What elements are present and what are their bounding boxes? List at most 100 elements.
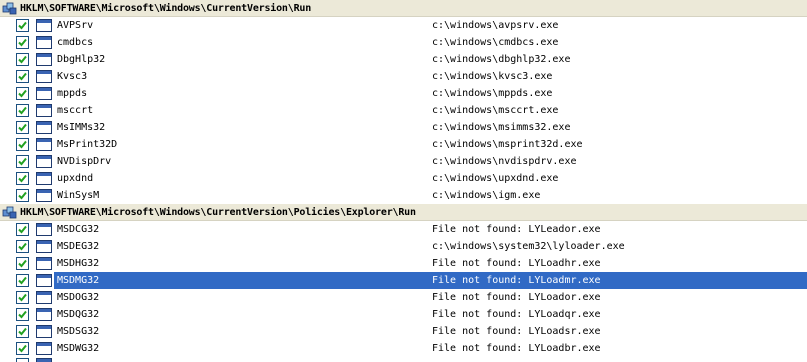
checkbox-checked-icon[interactable] [16,325,29,338]
window-titlebar [37,275,51,278]
entry-name: msccrt [57,105,94,116]
autorun-entry-row[interactable]: cmdbcs c:\windows\cmdbcs.exe [0,34,807,51]
application-window-icon [36,155,52,168]
entry-image-path: c:\windows\msccrt.exe [432,105,559,116]
window-titlebar [37,224,51,227]
autorun-entry-row[interactable]: MSDQG32 File not found: LYLoadqr.exe [0,306,807,323]
autorun-entry-row[interactable]: MSDHG32 File not found: LYLoadhr.exe [0,255,807,272]
checkbox-checked-icon[interactable] [16,70,29,83]
application-window-icon [36,308,52,321]
autorun-entry-row[interactable]: MsPrint32D c:\windows\msprint32d.exe [0,136,807,153]
checkbox-checked-icon[interactable] [16,342,29,355]
registry-key-icon [2,205,18,220]
entry-name: MSDCG32 [57,224,100,235]
application-window-icon [36,257,52,270]
entry-image-path: File not found: LYLoadhr.exe [432,258,601,269]
window-titlebar [37,173,51,176]
entry-image-path: c:\windows\system32\lyloader.exe [432,241,625,252]
window-titlebar [37,122,51,125]
entry-image-path: c:\windows\mppds.exe [432,88,553,99]
window-titlebar [37,20,51,23]
window-titlebar [37,292,51,295]
autorun-entry-row[interactable]: MSDOG32 File not found: LYLoador.exe [0,289,807,306]
registry-key-icon [2,1,18,16]
entry-image-path: File not found: LYLoador.exe [432,292,601,303]
entry-image-path: c:\windows\dbghlp32.exe [432,54,571,65]
autorun-entry-row[interactable]: MSDWG32 File not found: LYLoadbr.exe [0,340,807,357]
entry-name: cmdbcs [57,37,94,48]
entry-name: DbgHlp32 [57,54,106,65]
application-window-icon [36,36,52,49]
autorun-entry-row[interactable]: WinSysM c:\windows\igm.exe [0,187,807,204]
entry-image-path: c:\windows\avpsrv.exe [432,20,559,31]
application-window-icon [36,358,52,362]
checkbox-checked-icon[interactable] [16,87,29,100]
checkbox-checked-icon[interactable] [16,189,29,202]
registry-key-path: HKLM\SOFTWARE\Microsoft\Windows\CurrentV… [20,207,416,218]
window-titlebar [37,343,51,346]
entry-name: AVPSrv [57,20,94,31]
window-titlebar [37,190,51,193]
entry-name: MSDHG32 [57,258,100,269]
checkbox-checked-icon[interactable] [16,274,29,287]
checkbox-checked-icon[interactable] [16,104,29,117]
autorun-entry-row[interactable]: NVDispDrv c:\windows\nvdispdrv.exe [0,153,807,170]
application-window-icon [36,104,52,117]
window-titlebar [37,258,51,261]
window-titlebar [37,71,51,74]
autoruns-list: HKLM\SOFTWARE\Microsoft\Windows\CurrentV… [0,0,807,362]
checkbox-checked-icon[interactable] [16,155,29,168]
entry-image-path: c:\windows\igm.exe [432,190,541,201]
application-window-icon [36,291,52,304]
entry-name: MSDQG32 [57,309,100,320]
application-window-icon [36,53,52,66]
checkbox-checked-icon[interactable] [16,36,29,49]
partial-next-row [0,356,807,362]
application-window-icon [36,138,52,151]
checkbox-checked-icon[interactable] [16,308,29,321]
application-window-icon [36,223,52,236]
autorun-entry-row[interactable]: MSDCG32 File not found: LYLeador.exe [0,221,807,238]
entry-name: MSDMG32 [57,275,100,286]
autorun-entry-row[interactable]: Kvsc3 c:\windows\kvsc3.exe [0,68,807,85]
entry-name: MSDSG32 [57,326,100,337]
application-window-icon [36,87,52,100]
window-titlebar [37,37,51,40]
autorun-entry-row[interactable]: mppds c:\windows\mppds.exe [0,85,807,102]
autorun-entry-row[interactable]: MSDEG32 c:\windows\system32\lyloader.exe [0,238,807,255]
autorun-entry-row[interactable]: MSDSG32 File not found: LYLoadsr.exe [0,323,807,340]
autorun-entry-row[interactable]: MsIMMs32 c:\windows\msimms32.exe [0,119,807,136]
window-titlebar [37,241,51,244]
window-titlebar [37,309,51,312]
checkbox-checked-icon[interactable] [16,172,29,185]
registry-key-header[interactable]: HKLM\SOFTWARE\Microsoft\Windows\CurrentV… [0,0,807,17]
checkbox-checked-icon[interactable] [16,19,29,32]
application-window-icon [36,172,52,185]
entry-image-path: File not found: LYLoadsr.exe [432,326,601,337]
checkbox-checked-icon[interactable] [16,53,29,66]
checkbox-checked-icon[interactable] [16,223,29,236]
entry-name: MsIMMs32 [57,122,106,133]
window-titlebar [37,326,51,329]
entry-name: mppds [57,88,88,99]
entry-image-path: c:\windows\cmdbcs.exe [432,37,559,48]
checkbox-checked-icon[interactable] [16,257,29,270]
window-titlebar [37,88,51,91]
autorun-entry-row[interactable]: upxdnd c:\windows\upxdnd.exe [0,170,807,187]
application-window-icon [36,121,52,134]
checkbox-partial[interactable] [16,358,29,362]
checkbox-checked-icon[interactable] [16,138,29,151]
autorun-entry-row[interactable]: msccrt c:\windows\msccrt.exe [0,102,807,119]
entry-name: MSDEG32 [57,241,100,252]
autorun-entry-row[interactable]: DbgHlp32 c:\windows\dbghlp32.exe [0,51,807,68]
checkbox-checked-icon[interactable] [16,291,29,304]
registry-key-header[interactable]: HKLM\SOFTWARE\Microsoft\Windows\CurrentV… [0,204,807,221]
entry-name: NVDispDrv [57,156,112,167]
entry-image-path: File not found: LYLoadqr.exe [432,309,601,320]
checkbox-checked-icon[interactable] [16,121,29,134]
entry-name: Kvsc3 [57,71,88,82]
checkbox-checked-icon[interactable] [16,240,29,253]
autorun-entry-row[interactable]: AVPSrv c:\windows\avpsrv.exe [0,17,807,34]
autorun-entry-row[interactable]: MSDMG32 File not found: LYLoadmr.exe [0,272,807,289]
window-titlebar [37,156,51,159]
